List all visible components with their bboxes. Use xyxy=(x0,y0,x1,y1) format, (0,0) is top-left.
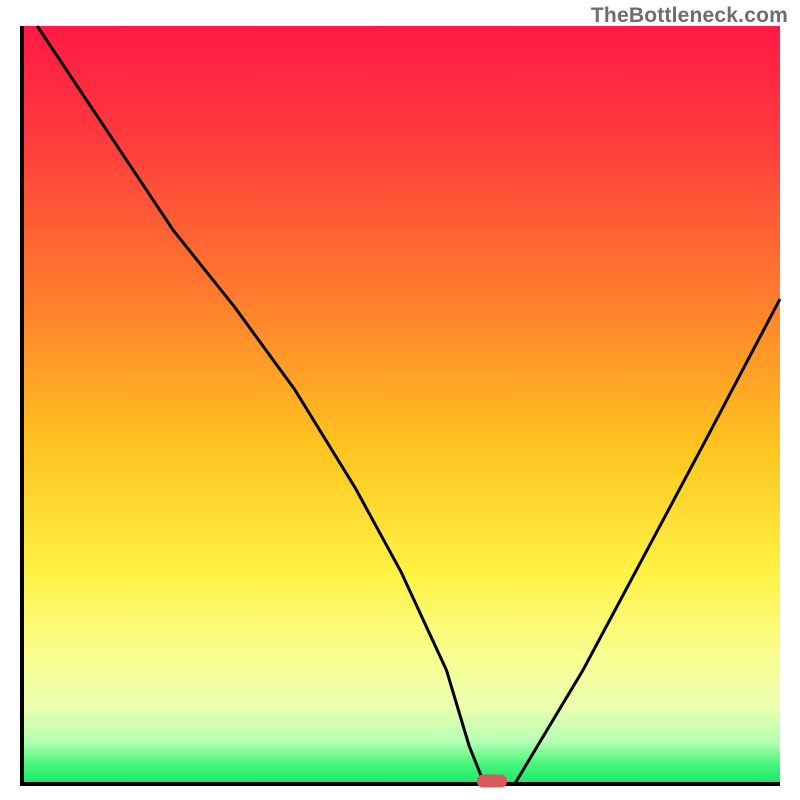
optimal-marker xyxy=(477,775,507,788)
chart-container: TheBottleneck.com xyxy=(0,0,800,800)
plot-background xyxy=(22,26,780,784)
watermark-text: TheBottleneck.com xyxy=(591,4,788,28)
bottleneck-chart xyxy=(0,0,800,800)
